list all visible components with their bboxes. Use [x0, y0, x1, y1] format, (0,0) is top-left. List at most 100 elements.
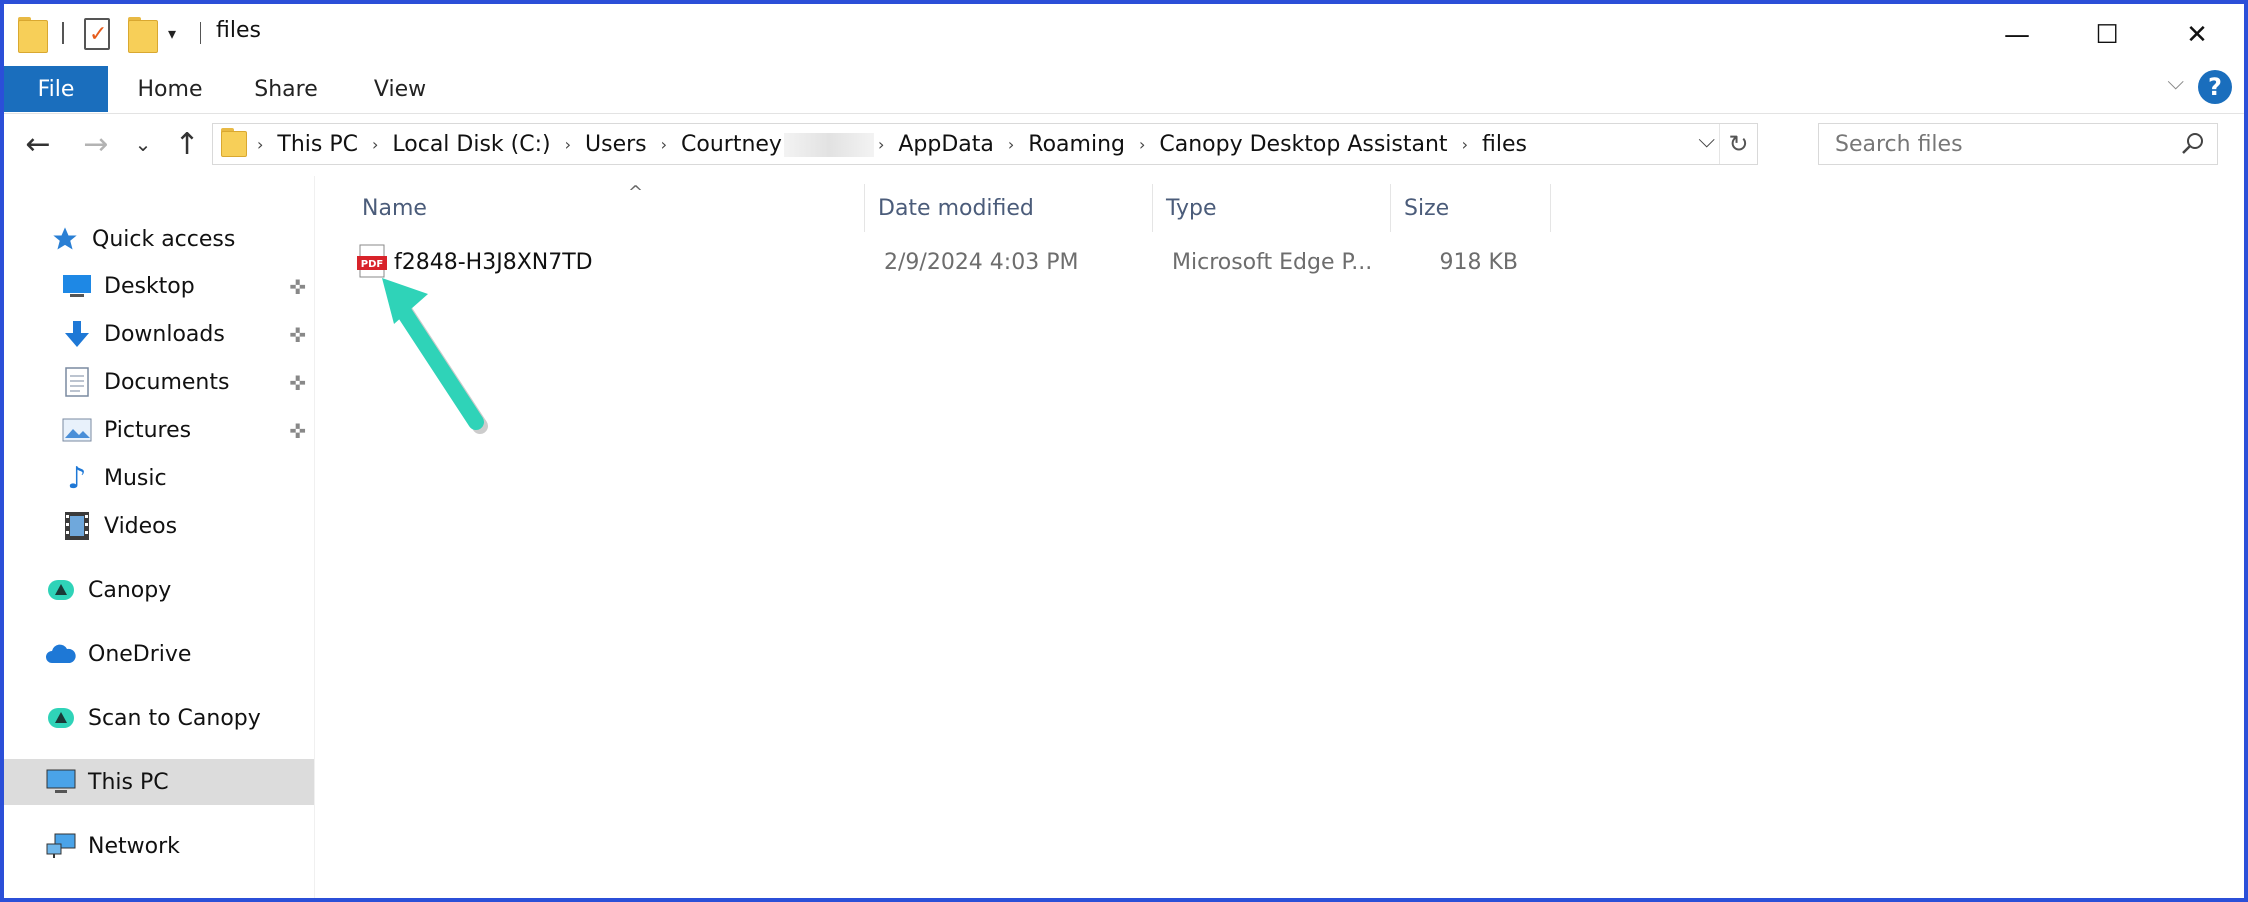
up-button[interactable]: ↑ — [168, 124, 206, 164]
search-input[interactable]: Search files — [1835, 132, 1963, 157]
sidebar-item-documents[interactable]: Documents ✜ — [4, 359, 314, 405]
file-date-modified: 2/9/2024 4:03 PM — [884, 249, 1079, 275]
redacted-text — [783, 132, 874, 157]
column-divider[interactable] — [1152, 184, 1153, 232]
breadcrumb-local-disk[interactable]: Local Disk (C:) — [382, 132, 560, 157]
sidebar-item-label: Documents — [104, 369, 230, 395]
tab-share[interactable]: Share — [240, 66, 332, 112]
sidebar-item-pictures[interactable]: Pictures ✜ — [4, 407, 314, 453]
search-box[interactable]: Search files — [1818, 123, 2218, 165]
pane-splitter[interactable] — [314, 176, 315, 898]
minimize-button[interactable]: — — [1972, 4, 2062, 66]
file-type: Microsoft Edge P... — [1172, 249, 1373, 275]
sidebar-item-downloads[interactable]: Downloads ✜ — [4, 311, 314, 357]
sidebar-item-label: Music — [104, 465, 167, 491]
navigation-pane: Quick access Desktop ✜ Downloads ✜ Docum… — [4, 176, 314, 898]
breadcrumb-separator[interactable]: › — [1135, 135, 1149, 154]
file-name[interactable]: f2848-H3J8XN7TD — [394, 242, 593, 282]
maximize-button[interactable]: ☐ — [2062, 4, 2152, 66]
recent-locations-button[interactable]: ⌄ — [130, 124, 156, 164]
column-header-type[interactable]: Type — [1154, 186, 1394, 230]
properties-icon[interactable]: ✓ — [84, 18, 110, 50]
column-header-label: Name — [362, 195, 427, 221]
pin-icon[interactable]: ✜ — [289, 323, 306, 347]
window-title: files — [216, 18, 261, 43]
breadcrumb-appdata[interactable]: AppData — [888, 132, 1004, 157]
qat-separator — [62, 22, 64, 44]
address-row: ← → ⌄ ↑ › This PC › Local Disk (C:) › Us… — [4, 114, 2244, 176]
pictures-icon — [60, 413, 94, 447]
close-button[interactable]: ✕ — [2152, 4, 2242, 66]
computer-icon — [44, 765, 78, 799]
breadcrumb-user[interactable]: Courtney — [671, 132, 874, 157]
sidebar-item-label: Canopy — [88, 577, 172, 603]
folder-icon — [221, 128, 247, 157]
network-icon — [44, 829, 78, 863]
pdf-icon: PDF — [357, 244, 387, 278]
file-size: 918 KB — [1439, 249, 1518, 275]
sidebar-item-canopy[interactable]: Canopy — [4, 567, 314, 613]
breadcrumb-separator[interactable]: › — [874, 135, 888, 154]
sidebar-item-quick-access[interactable]: Quick access — [4, 216, 314, 262]
canopy-icon — [44, 573, 78, 607]
tab-home[interactable]: Home — [124, 66, 216, 112]
file-list: Name ^ Date modified Type Size PDF f2848… — [316, 176, 2244, 898]
breadcrumb-users[interactable]: Users — [575, 132, 657, 157]
search-icon[interactable] — [2179, 130, 2207, 158]
sort-ascending-icon: ^ — [628, 182, 644, 203]
sidebar-item-desktop[interactable]: Desktop ✜ — [4, 263, 314, 309]
film-strip-icon — [60, 509, 94, 543]
tab-view[interactable]: View — [354, 66, 446, 112]
sidebar-item-label: Videos — [104, 513, 178, 539]
breadcrumb-canopy-desktop-assistant[interactable]: Canopy Desktop Assistant — [1149, 132, 1457, 157]
sidebar-item-label: Downloads — [104, 321, 225, 347]
column-divider[interactable] — [1390, 184, 1391, 232]
pin-icon[interactable]: ✜ — [289, 275, 306, 299]
tab-file[interactable]: File — [4, 66, 108, 112]
column-header-name[interactable]: Name ^ — [350, 182, 892, 230]
sidebar-item-label: This PC — [88, 769, 169, 795]
sidebar-item-label: Pictures — [104, 417, 192, 443]
breadcrumb-separator[interactable]: › — [657, 135, 671, 154]
forward-button[interactable]: → — [76, 124, 116, 164]
column-header-date-modified[interactable]: Date modified — [866, 186, 1154, 230]
breadcrumb-separator[interactable]: › — [561, 135, 575, 154]
sidebar-item-scan-to-canopy[interactable]: Scan to Canopy — [4, 695, 314, 741]
pin-icon[interactable]: ✜ — [289, 419, 306, 443]
sidebar-item-videos[interactable]: Videos — [4, 503, 314, 549]
ribbon-tabs: File Home Share View ⌵ ? — [4, 66, 2244, 114]
breadcrumb-roaming[interactable]: Roaming — [1018, 132, 1135, 157]
sidebar-item-label: Network — [88, 833, 180, 859]
sidebar-item-network[interactable]: Network — [4, 823, 314, 869]
column-header-label: Type — [1166, 195, 1217, 221]
document-icon — [60, 365, 94, 399]
help-icon[interactable]: ? — [2198, 70, 2232, 104]
refresh-icon[interactable]: ↻ — [1719, 124, 1757, 164]
column-header-label: Size — [1404, 195, 1450, 221]
column-divider[interactable] — [864, 184, 865, 232]
address-dropdown-icon[interactable]: ⌵ — [1698, 128, 1715, 153]
breadcrumb-separator[interactable]: › — [368, 135, 382, 154]
sidebar-item-this-pc[interactable]: This PC — [4, 759, 314, 805]
sidebar-item-label: Quick access — [92, 226, 236, 252]
breadcrumb-files[interactable]: files — [1472, 132, 1537, 157]
breadcrumb-separator[interactable]: › — [1004, 135, 1018, 154]
column-header-label: Date modified — [878, 195, 1034, 221]
file-row[interactable]: PDF f2848-H3J8XN7TD 2/9/2024 4:03 PM Mic… — [356, 242, 1566, 282]
qat-dropdown-icon[interactable]: ▾ — [168, 24, 176, 43]
breadcrumb-user-label: Courtney — [681, 131, 782, 157]
music-note-icon: ♪ — [67, 460, 87, 496]
sidebar-item-onedrive[interactable]: OneDrive — [4, 631, 314, 677]
address-bar[interactable]: › This PC › Local Disk (C:) › Users › Co… — [212, 123, 1758, 165]
download-arrow-icon — [60, 317, 94, 351]
sidebar-item-label: OneDrive — [88, 641, 192, 667]
pin-icon[interactable]: ✜ — [289, 371, 306, 395]
breadcrumb-separator[interactable]: › — [1458, 135, 1472, 154]
column-header-size[interactable]: Size — [1392, 186, 1552, 230]
sidebar-item-music[interactable]: ♪ Music — [4, 455, 314, 501]
expand-ribbon-icon[interactable]: ⌵ — [2167, 70, 2184, 95]
column-divider[interactable] — [1550, 184, 1551, 232]
back-button[interactable]: ← — [18, 124, 58, 164]
breadcrumb-this-pc[interactable]: This PC — [267, 132, 368, 157]
explorer-window: ✓ ▾ files — ☐ ✕ File Home Share View ⌵ ?… — [0, 0, 2248, 902]
